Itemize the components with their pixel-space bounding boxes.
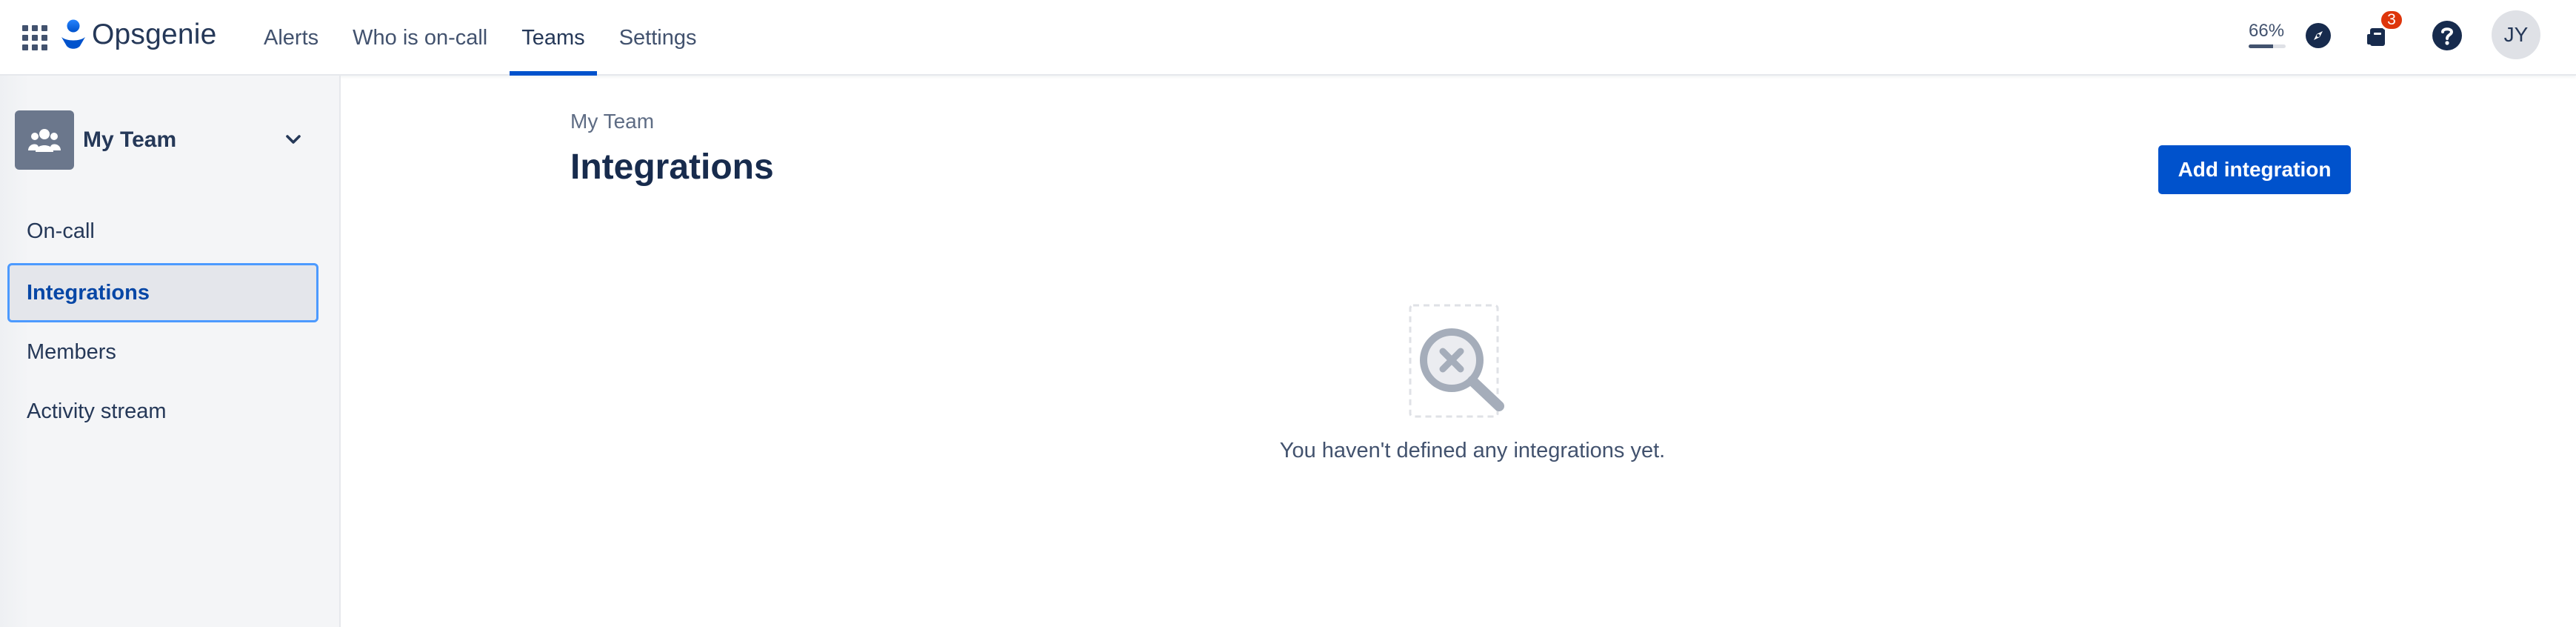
- sidebar: My Team On-call Integrations Members Act…: [0, 76, 341, 627]
- breadcrumb[interactable]: My Team: [570, 110, 654, 133]
- top-navigation-bar: Opsgenie Alerts Who is on-call Teams Set…: [0, 0, 2576, 76]
- page-title: Integrations: [570, 147, 774, 187]
- sidebar-item-activity-stream[interactable]: Activity stream: [7, 382, 318, 441]
- progress-bar: [2249, 44, 2286, 48]
- team-name: My Team: [83, 127, 177, 152]
- nav-settings[interactable]: Settings: [607, 0, 709, 76]
- opsgenie-logo-icon: [61, 19, 85, 49]
- nav-alerts[interactable]: Alerts: [252, 0, 330, 76]
- team-switcher[interactable]: My Team: [15, 110, 311, 170]
- chevron-down-icon[interactable]: [281, 127, 305, 151]
- app-name: Opsgenie: [92, 19, 217, 50]
- app-switcher-icon[interactable]: [18, 21, 47, 50]
- empty-state-message: You haven't defined any integrations yet…: [1279, 439, 1666, 462]
- progress-bar-fill: [2249, 44, 2273, 48]
- add-integration-button[interactable]: Add integration: [2158, 145, 2351, 194]
- help-icon[interactable]: [2431, 19, 2463, 52]
- nav-teams[interactable]: Teams: [510, 0, 598, 76]
- notification-count-badge: 3: [2379, 9, 2404, 31]
- progress-text[interactable]: 66%: [2249, 21, 2284, 42]
- sidebar-item-on-call[interactable]: On-call: [7, 202, 318, 261]
- nav-who-is-on-call[interactable]: Who is on-call: [341, 0, 499, 76]
- main-nav: Alerts Who is on-call Teams Settings: [252, 0, 718, 76]
- empty-state-search-icon: [1407, 302, 1511, 421]
- user-avatar[interactable]: JY: [2492, 10, 2540, 59]
- compass-icon[interactable]: [2302, 19, 2335, 52]
- sidebar-item-integrations[interactable]: Integrations: [7, 263, 318, 322]
- opsgenie-logo[interactable]: Opsgenie: [61, 18, 217, 52]
- sidebar-item-members[interactable]: Members: [7, 322, 318, 382]
- team-icon: [15, 110, 74, 170]
